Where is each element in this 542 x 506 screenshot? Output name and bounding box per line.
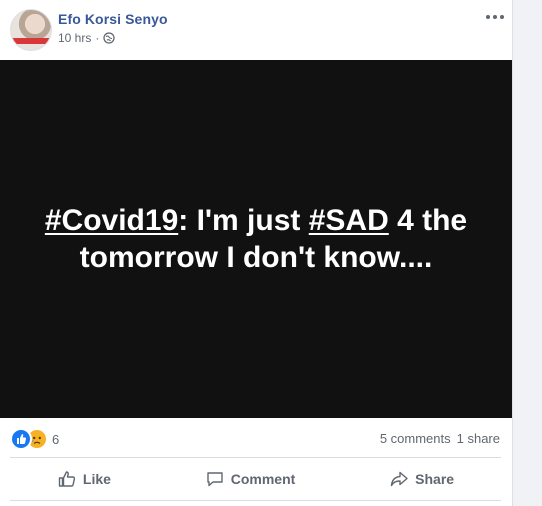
like-label: Like	[82, 471, 111, 487]
page-background	[512, 0, 542, 506]
post-meta: 10 hrs ·	[58, 31, 116, 45]
status-text-part1: : I'm just	[178, 204, 309, 237]
meta-separator: ·	[95, 31, 100, 45]
status-text: #Covid19: I'm just #SAD 4 the tomorrow I…	[21, 202, 491, 276]
reactions-summary[interactable]: 6	[10, 428, 59, 450]
action-bar: Like Comment Share	[10, 461, 501, 497]
share-icon	[390, 471, 408, 487]
engagement-counts: 5 comments 1 share	[374, 431, 500, 446]
shares-count[interactable]: 1 share	[457, 431, 500, 446]
comments-count[interactable]: 5 comments	[380, 431, 451, 446]
like-icon	[10, 428, 32, 450]
globe-icon[interactable]	[103, 32, 116, 44]
page: Efo Korsi Senyo 10 hrs · #Covid19: I'm j…	[0, 0, 542, 506]
hashtag-covid19[interactable]: #Covid19	[45, 204, 178, 237]
more-options-icon[interactable]	[486, 10, 504, 24]
thumbs-up-icon	[58, 471, 76, 487]
divider	[10, 457, 501, 458]
reaction-count: 6	[52, 431, 60, 447]
author-name[interactable]: Efo Korsi Senyo	[58, 11, 168, 27]
status-image[interactable]: #Covid19: I'm just #SAD 4 the tomorrow I…	[0, 60, 512, 418]
comment-label: Comment	[230, 471, 296, 487]
share-button[interactable]: Share	[375, 463, 468, 495]
comment-icon	[207, 472, 223, 487]
avatar[interactable]	[10, 9, 52, 51]
post-card: Efo Korsi Senyo 10 hrs · #Covid19: I'm j…	[0, 0, 512, 506]
hashtag-sad[interactable]: #SAD	[309, 204, 389, 237]
comment-button[interactable]: Comment	[191, 463, 310, 495]
post-time[interactable]: 10 hrs	[58, 31, 91, 45]
like-button[interactable]: Like	[43, 463, 125, 495]
divider	[10, 500, 501, 501]
share-label: Share	[415, 471, 455, 487]
